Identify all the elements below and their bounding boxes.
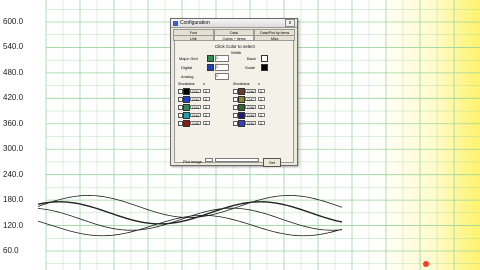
channel-n-field[interactable]: 0 xyxy=(203,88,210,94)
channel-n-field[interactable]: 0 xyxy=(258,112,265,118)
channel-n-field[interactable]: 0 xyxy=(203,112,210,118)
major-grid-label: Major Grid xyxy=(179,56,198,61)
channel-color-swatch[interactable] xyxy=(183,88,190,95)
close-button[interactable]: x xyxy=(285,19,295,27)
channel-name-field[interactable]: CH5 xyxy=(190,120,201,126)
channel-n-field[interactable]: 0 xyxy=(258,120,265,126)
plot-image-label: Plot image xyxy=(183,159,202,164)
set-button[interactable]: Set xyxy=(263,158,281,167)
channel-name-field[interactable]: CH9 xyxy=(245,112,256,118)
plot-image-path[interactable] xyxy=(215,158,259,162)
y-tick-label: 600.0 xyxy=(3,17,24,26)
y-tick-label: 240.0 xyxy=(3,169,24,179)
analog-label: Analog xyxy=(181,74,194,79)
y-tick-label: 300.0 xyxy=(3,144,24,154)
major-grid-color-swatch[interactable] xyxy=(207,55,214,62)
back-color-swatch[interactable] xyxy=(261,55,268,62)
plot-image-color[interactable] xyxy=(205,158,213,162)
channel-name-field[interactable]: CH8 xyxy=(245,104,256,110)
channel-name-field[interactable]: CH3 xyxy=(190,104,201,110)
analog-width-select[interactable]: 1 xyxy=(215,73,229,80)
y-tick-label: 60.0 xyxy=(3,246,19,255)
scale-label: Scale xyxy=(245,65,256,70)
channel-color-swatch[interactable] xyxy=(183,120,190,127)
y-tick-label: 480.0 xyxy=(3,67,24,77)
channel-n-field[interactable]: 0 xyxy=(203,96,210,102)
scale-color-swatch[interactable] xyxy=(261,64,268,71)
channel-name-field[interactable]: CH2 xyxy=(190,96,201,102)
y-tick-label: 180.0 xyxy=(3,195,24,205)
channel-name-field[interactable]: CH4 xyxy=(190,112,201,118)
back-label: Back xyxy=(247,56,256,61)
digital-color-swatch[interactable] xyxy=(207,64,214,71)
channel-column-header: Value xyxy=(241,82,250,86)
y-tick-label: 120.0 xyxy=(3,220,24,230)
channel-n-field[interactable]: 0 xyxy=(203,104,210,110)
y-tick-label: 540.0 xyxy=(3,42,24,52)
channel-color-swatch[interactable] xyxy=(238,104,245,111)
channel-n-field[interactable]: 0 xyxy=(203,120,210,126)
y-tick-label: 420.0 xyxy=(3,93,24,103)
channel-color-swatch[interactable] xyxy=(183,104,190,111)
channel-color-swatch[interactable] xyxy=(238,120,245,127)
channel-name-field[interactable]: CH1 xyxy=(190,88,201,94)
cursor-dot xyxy=(423,261,429,267)
dialog-titlebar[interactable]: Configuration x xyxy=(171,19,297,28)
channel-n-field[interactable]: 0 xyxy=(258,104,265,110)
channel-name-field[interactable]: CH6 xyxy=(245,88,256,94)
channel-color-swatch[interactable] xyxy=(238,96,245,103)
channel-name-field[interactable]: CH7 xyxy=(245,96,256,102)
channel-column-header: n xyxy=(258,82,260,86)
channel-column-header: Value xyxy=(186,82,195,86)
dialog-title: Configuration xyxy=(180,20,210,26)
width-label: Width xyxy=(231,50,242,55)
panel-heading: Click Color to select xyxy=(215,44,255,49)
y-tick-label: 360.0 xyxy=(3,118,24,128)
app-icon xyxy=(173,20,178,26)
channel-color-swatch[interactable] xyxy=(183,96,190,103)
channel-name-field[interactable]: CH0 xyxy=(245,120,256,126)
channel-n-field[interactable]: 0 xyxy=(258,96,265,102)
channel-column-header: n xyxy=(203,82,205,86)
configuration-dialog[interactable]: Configuration x Font Data Data/Plot by i… xyxy=(170,18,298,167)
digital-label: Digital xyxy=(181,65,193,70)
digital-width-select[interactable]: 1 xyxy=(215,64,229,71)
channel-color-swatch[interactable] xyxy=(238,88,245,95)
colors-panel: Click Color to select Width Major Grid 1… xyxy=(174,40,294,167)
channel-color-swatch[interactable] xyxy=(238,112,245,119)
channel-color-swatch[interactable] xyxy=(183,112,190,119)
major-grid-width-select[interactable]: 1 xyxy=(215,55,229,62)
channel-n-field[interactable]: 0 xyxy=(258,88,265,94)
